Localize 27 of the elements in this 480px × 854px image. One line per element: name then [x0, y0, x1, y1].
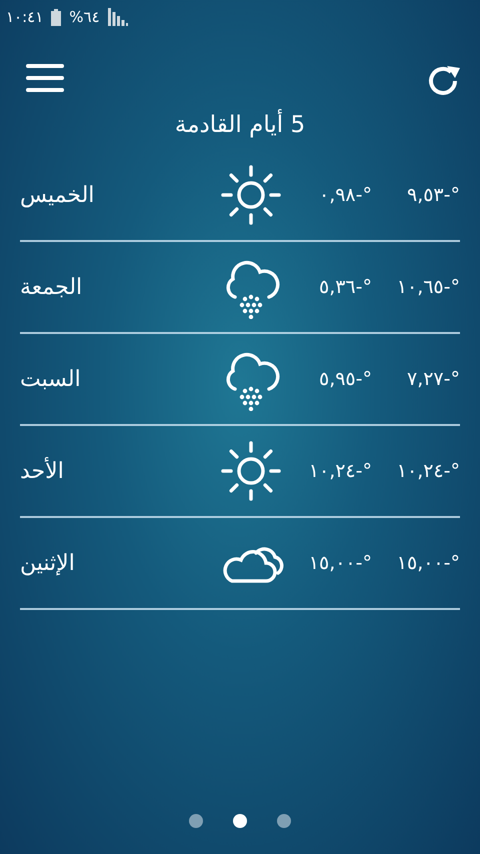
sun-icon: [219, 163, 283, 227]
temperature: ٩,٥٣-°: [406, 184, 460, 206]
temperature: ١٥,٠٠-°: [396, 552, 460, 574]
menu-icon[interactable]: [26, 64, 64, 92]
refresh-icon[interactable]: [426, 64, 462, 98]
page-dot[interactable]: [189, 814, 203, 828]
day-name: السبت: [20, 366, 81, 392]
signal-icon: [108, 8, 128, 26]
temperature: ٥,٩٥-°: [318, 368, 372, 390]
day-name: الأحد: [20, 458, 64, 484]
screen-title: 5 أيام القادمة: [0, 100, 480, 150]
day-name: الخميس: [20, 182, 94, 208]
battery-percentage: %٦٤: [69, 6, 100, 28]
temperature: ١٠,٦٥-°: [396, 276, 460, 298]
battery-icon: [51, 8, 62, 26]
temperature: ٧,٢٧-°: [406, 368, 460, 390]
day-name: الإثنين: [20, 550, 75, 576]
status-time: ١٠:٤١: [6, 6, 44, 28]
temperature: ١٠,٢٤-°: [396, 460, 460, 482]
temperature: ٠,٩٨-°: [318, 184, 372, 206]
page-dot[interactable]: [277, 814, 291, 828]
temperature: ١٠,٢٤-°: [308, 460, 372, 482]
day-name: الجمعة: [20, 274, 82, 300]
temperature: ١٥,٠٠-°: [308, 552, 372, 574]
temperature: ٥,٣٦-°: [318, 276, 372, 298]
page-dot[interactable]: [233, 814, 247, 828]
sun-icon: [219, 439, 283, 503]
